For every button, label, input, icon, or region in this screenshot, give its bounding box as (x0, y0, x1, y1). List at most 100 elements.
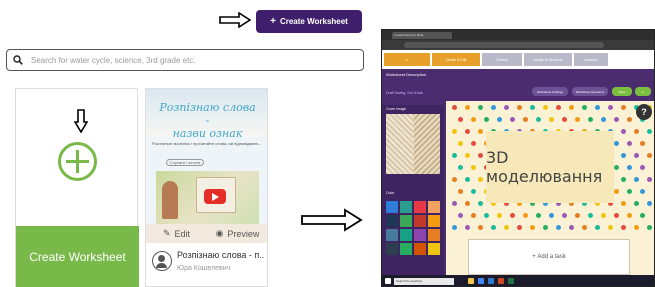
swatch[interactable] (414, 201, 426, 213)
confetti-dot (452, 201, 457, 206)
confetti-dot (549, 117, 554, 122)
swatch[interactable] (414, 243, 426, 255)
confetti-dot (452, 105, 457, 110)
swatch[interactable] (428, 243, 440, 255)
taskbar-search[interactable]: Search for anything (394, 278, 454, 285)
confetti-dot (465, 225, 470, 230)
confetti-dot (640, 165, 645, 170)
editor-canvas[interactable]: 3D моделювання + Add a task (446, 101, 654, 275)
confetti-dot (478, 129, 483, 134)
confetti-dot (640, 189, 645, 194)
add-task-button[interactable]: + Add a task (468, 239, 630, 275)
worksheet-description[interactable]: Worksheet Description (386, 72, 426, 77)
swatch[interactable] (400, 201, 412, 213)
confetti-dot (536, 117, 541, 122)
create-worksheet-button-top[interactable]: + Create Worksheet (256, 10, 362, 33)
confetti-dot (621, 177, 626, 182)
arrow-down-icon (74, 109, 88, 133)
worksheet-title[interactable]: Розпізнаю слова - п... (177, 250, 265, 260)
swatch[interactable] (428, 229, 440, 241)
thumbnail-pill: Слухати і читати (166, 159, 204, 166)
swatch[interactable] (400, 215, 412, 227)
worksheet-card[interactable]: Розпізнаю слова - назви ознак Розгляньте… (145, 88, 268, 287)
confetti-dot (634, 225, 639, 230)
confetti-dot (491, 225, 496, 230)
confetti-dot (627, 117, 632, 122)
confetti-dot (471, 189, 476, 194)
swatch[interactable] (400, 229, 412, 241)
confetti-dot (647, 153, 652, 158)
publish-button[interactable]: ▸ (635, 87, 651, 96)
confetti-dot (634, 129, 639, 134)
word-icon[interactable] (488, 278, 494, 284)
search-bar[interactable] (6, 49, 364, 71)
step-create-edit[interactable]: Create & Edit (432, 53, 480, 66)
step-answers[interactable]: Answers (574, 53, 608, 66)
step-dashboard[interactable]: ≡ (384, 53, 430, 66)
help-button[interactable]: ? (636, 104, 652, 120)
worksheet-settings-button[interactable]: Worksheet Settings (532, 87, 568, 96)
folder-icon[interactable] (468, 278, 474, 284)
create-worksheet-label: Create Worksheet (279, 17, 348, 26)
browser-tabbar: Liveworksheets | Beta (382, 30, 654, 40)
confetti-dot (536, 213, 541, 218)
confetti-dot (621, 201, 626, 206)
confetti-dot (556, 225, 561, 230)
worksheet-actions: ✎ Edit ◉ Preview (146, 224, 267, 243)
excel-icon[interactable] (508, 278, 514, 284)
step-review[interactable]: Review (482, 53, 522, 66)
confetti-dot (484, 213, 489, 218)
confetti-dot (549, 213, 554, 218)
screenshot-stage: + Create Worksheet Create Worksheet Розп… (0, 0, 655, 287)
search-icon (13, 55, 23, 65)
confetti-dot (588, 213, 593, 218)
worksheet-thumbnail[interactable]: Розпізнаю слова - назви ознак Розгляньте… (146, 89, 267, 224)
confetti-dot (458, 213, 463, 218)
worksheet-questions-button[interactable]: Worksheet Questions (572, 87, 608, 96)
confetti-dot (504, 105, 509, 110)
thumbnail-title: Розпізнаю слова - назви ознак (159, 101, 256, 140)
edit-button[interactable]: ✎ Edit (146, 228, 207, 239)
confetti-dot (621, 129, 626, 134)
windows-icon[interactable] (385, 278, 391, 284)
arrow-right-icon-large (301, 208, 363, 232)
save-button[interactable]: Save (612, 87, 632, 96)
eye-icon: ◉ (215, 228, 224, 238)
swatch[interactable] (414, 215, 426, 227)
swatch[interactable] (428, 215, 440, 227)
swatch[interactable] (414, 229, 426, 241)
swatch[interactable] (428, 201, 440, 213)
confetti-dot (614, 117, 619, 122)
confetti-dot (640, 213, 645, 218)
url-field[interactable] (404, 42, 604, 48)
canvas-title[interactable]: 3D моделювання (486, 131, 614, 203)
play-icon[interactable] (204, 189, 226, 204)
browser-urlbar (382, 40, 654, 50)
worksheet-author: Юра Кошелевич (177, 265, 231, 272)
confetti-dot (478, 201, 483, 206)
confetti-dot (627, 189, 632, 194)
confetti-dot (582, 225, 587, 230)
create-worksheet-label-card[interactable]: Create Worksheet (16, 226, 139, 287)
arrow-right-icon (219, 12, 251, 28)
edit-label: Edit (174, 228, 191, 239)
color-swatches (386, 201, 442, 255)
browser-tab[interactable]: Liveworksheets | Beta (392, 32, 452, 39)
swatch[interactable] (386, 201, 398, 213)
add-circle-icon (58, 142, 97, 181)
chrome-icon[interactable] (478, 278, 484, 284)
confetti-dot (608, 105, 613, 110)
search-input[interactable] (31, 55, 331, 65)
swatch[interactable] (386, 215, 398, 227)
swatch[interactable] (400, 243, 412, 255)
confetti-dot (627, 165, 632, 170)
swatch[interactable] (386, 229, 398, 241)
cover-image-option-2[interactable] (414, 114, 440, 174)
confetti-dot (523, 117, 528, 122)
thumbnail-video[interactable] (156, 171, 259, 224)
step-assign[interactable]: Assign to Students (524, 53, 572, 66)
powerpoint-icon[interactable] (498, 278, 504, 284)
preview-button[interactable]: ◉ Preview (207, 228, 267, 239)
swatch[interactable] (386, 243, 398, 255)
create-worksheet-card[interactable]: Create Worksheet (15, 88, 139, 287)
